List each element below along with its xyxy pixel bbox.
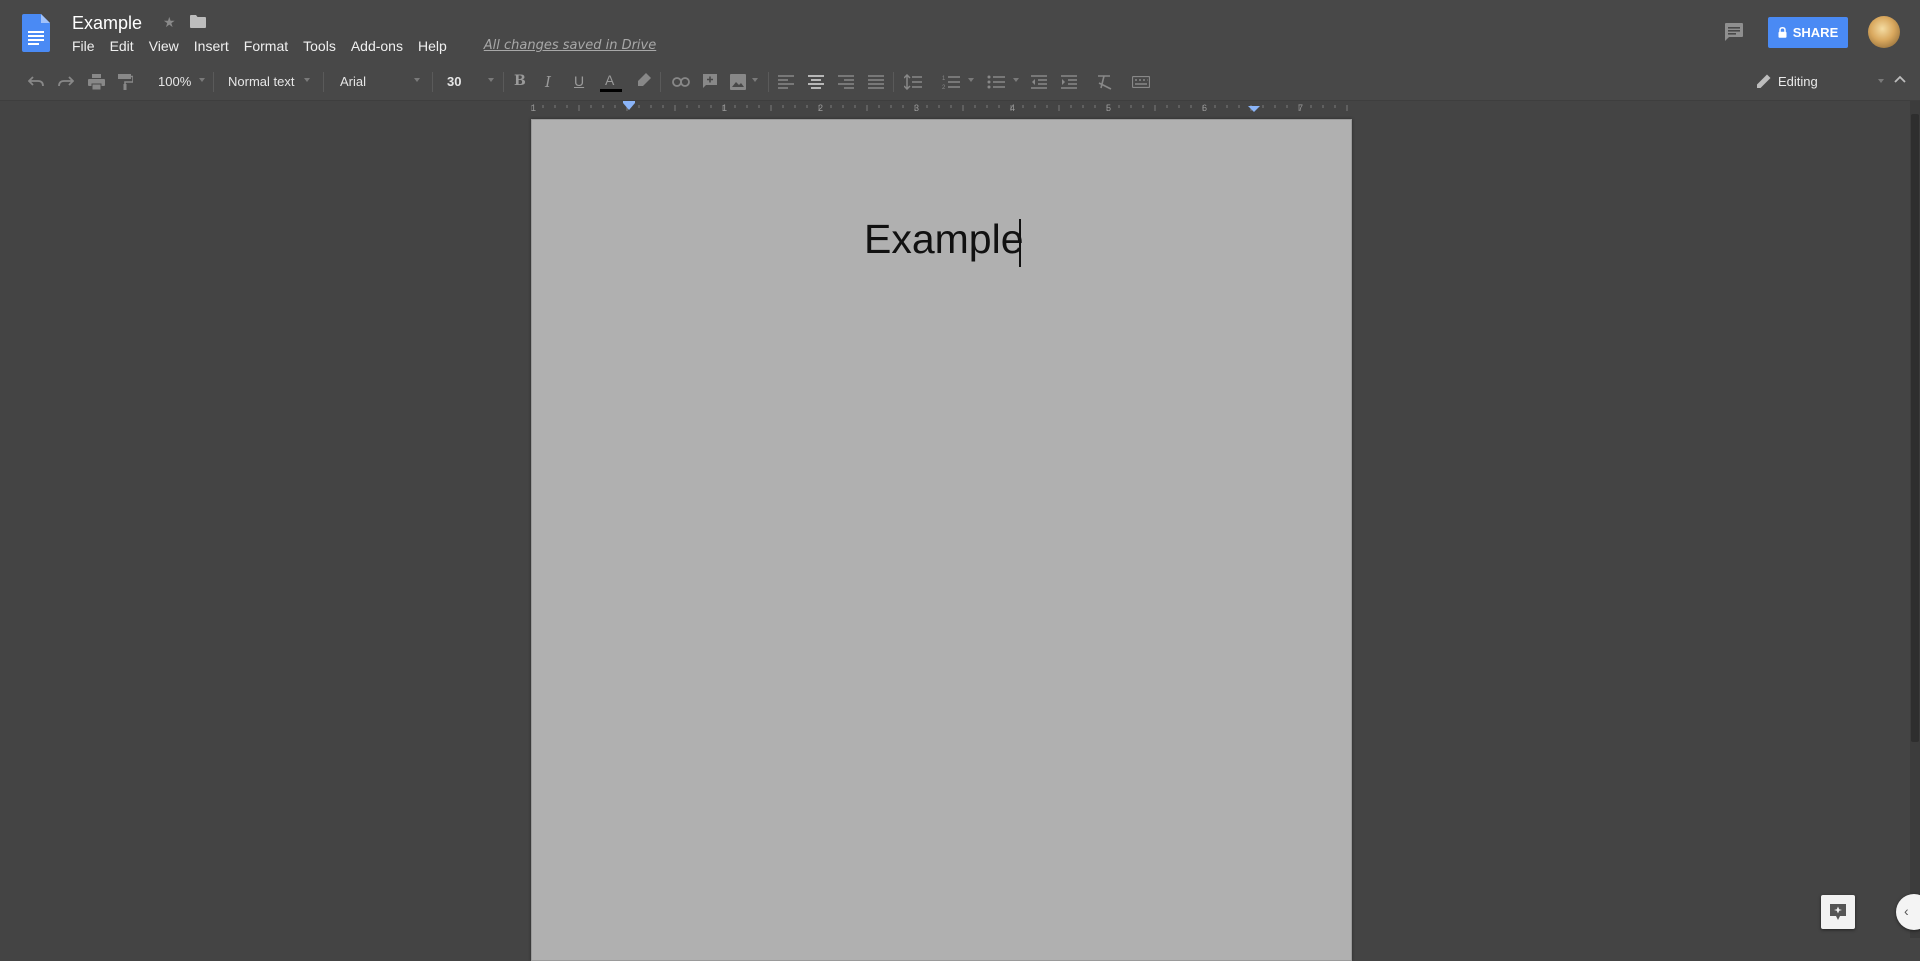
italic-icon[interactable]: I [545,73,551,91]
justify-icon[interactable] [868,75,884,89]
chevron-left-icon: ‹ [1904,903,1909,919]
align-right-icon[interactable] [838,75,854,89]
explore-button[interactable] [1821,895,1855,929]
bold-icon[interactable]: B [514,73,526,89]
ruler-number: 7 [1298,103,1303,113]
image-icon[interactable] [730,74,746,90]
explore-icon [1830,904,1846,920]
comments-icon[interactable] [1724,22,1744,42]
scrollbar-thumb[interactable] [1911,114,1919,742]
ruler-number: 1 [722,103,727,113]
menu-edit[interactable]: Edit [110,38,134,58]
toolbar-divider [660,72,661,92]
paint-format-icon[interactable] [118,74,133,90]
font-size-caret-icon[interactable] [488,78,494,82]
undo-icon[interactable] [28,75,44,87]
folder-icon[interactable] [190,15,206,28]
svg-text:2: 2 [942,85,946,90]
ruler-number: 1 [531,103,536,113]
ruler-number: 4 [1010,103,1015,113]
toolbar: 100% Normal text Arial 30 B I U A 12 Edi… [0,64,1920,101]
style-caret-icon[interactable] [304,78,310,82]
ruler-number: 3 [914,103,919,113]
editing-caret-icon [1877,79,1884,83]
menu-bar: File Edit View Insert Format Tools Add-o… [72,38,656,58]
numbered-list-icon[interactable]: 12 [942,74,960,90]
numbered-list-caret-icon[interactable] [968,78,974,82]
toolbar-divider [213,72,214,92]
toolbar-divider [323,72,324,92]
svg-text:1: 1 [942,76,946,82]
clear-formatting-icon[interactable] [1097,74,1113,90]
align-center-icon[interactable] [808,75,824,89]
docs-logo-icon[interactable] [22,14,50,52]
paragraph-style-select[interactable]: Normal text [228,74,294,89]
ruler-number: 6 [1202,103,1207,113]
toolbar-divider [503,72,504,92]
lock-icon [1778,27,1787,38]
decrease-indent-icon[interactable] [1031,75,1047,89]
save-status[interactable]: All changes saved in Drive [484,38,656,58]
editing-mode-label: Editing [1778,73,1818,89]
star-icon[interactable]: ★ [163,14,176,31]
menu-view[interactable]: View [149,38,179,58]
highlight-icon[interactable] [637,73,651,88]
side-panel-toggle[interactable]: ‹ [1896,894,1920,930]
toolbar-divider [432,72,433,92]
bulleted-list-caret-icon[interactable] [1013,78,1019,82]
print-icon[interactable] [88,74,105,90]
ruler-number: 5 [1106,103,1111,113]
text-cursor [1019,219,1021,267]
app-header: Example ★ File Edit View Insert Format T… [0,0,1920,64]
menu-format[interactable]: Format [244,38,288,58]
add-comment-icon[interactable] [702,73,718,89]
line-spacing-icon[interactable] [904,74,922,90]
first-line-indent-marker-icon [623,101,635,103]
zoom-select[interactable]: 100% [158,74,191,89]
share-label: SHARE [1792,25,1839,40]
avatar[interactable] [1868,16,1900,48]
menu-tools[interactable]: Tools [303,38,336,58]
link-icon[interactable] [672,77,690,87]
document-heading[interactable]: Example [864,216,1024,263]
image-caret-icon[interactable] [752,78,758,82]
ruler[interactable]: 1 1 2 3 4 5 6 7 [531,101,1351,115]
pencil-icon [1757,74,1771,88]
bulleted-list-icon[interactable] [987,74,1005,90]
menu-insert[interactable]: Insert [194,38,229,58]
menu-help[interactable]: Help [418,38,447,58]
menu-addons[interactable]: Add-ons [351,38,403,58]
font-select[interactable]: Arial [340,74,366,89]
zoom-caret-icon[interactable] [199,78,205,82]
toolbar-divider [768,72,769,92]
input-tools-icon[interactable] [1132,76,1150,88]
document-title[interactable]: Example [72,13,142,34]
font-caret-icon[interactable] [414,78,420,82]
editing-mode-select[interactable]: Editing [1756,73,1884,89]
document-page[interactable]: Example [531,119,1352,961]
increase-indent-icon[interactable] [1061,75,1077,89]
ruler-number: 2 [818,103,823,113]
collapse-icon[interactable] [1893,74,1907,84]
redo-icon[interactable] [58,75,74,87]
menu-file[interactable]: File [72,38,95,58]
align-left-icon[interactable] [778,75,794,89]
text-color-icon[interactable]: A [600,72,622,94]
font-size-select[interactable]: 30 [447,74,461,89]
underline-icon[interactable]: U [574,73,584,89]
toolbar-divider [893,72,894,92]
share-button[interactable]: SHARE [1768,17,1848,48]
